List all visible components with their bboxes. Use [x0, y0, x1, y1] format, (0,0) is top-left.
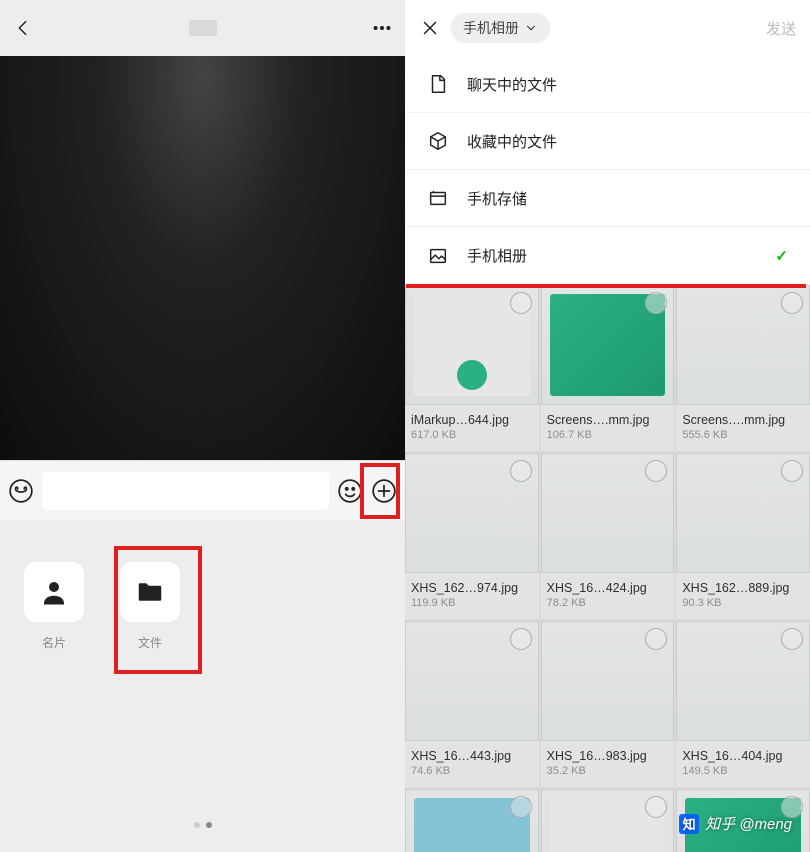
- file-item[interactable]: XHS_162…889.jpg 90.3 KB: [676, 453, 810, 619]
- page-dots: [0, 822, 405, 828]
- select-circle[interactable]: [781, 460, 803, 482]
- plus-icon[interactable]: [371, 478, 397, 504]
- chat-image[interactable]: [0, 56, 405, 460]
- attach-file-label: 文件: [138, 634, 162, 651]
- file-item[interactable]: XHS_16…443.jpg 74.6 KB: [405, 621, 539, 787]
- file-name: XHS_162…974.jpg: [411, 581, 533, 595]
- file-name: XHS_16…404.jpg: [682, 749, 804, 763]
- attach-file[interactable]: 文件: [114, 562, 186, 651]
- chat-topbar: [0, 0, 405, 56]
- file-size: 74.6 KB: [411, 765, 533, 777]
- person-icon: [39, 577, 69, 607]
- file-size: 119.9 KB: [411, 597, 533, 609]
- close-icon[interactable]: [419, 17, 441, 39]
- file-size: 35.2 KB: [547, 765, 669, 777]
- menu-item-label: 收藏中的文件: [467, 131, 557, 152]
- more-icon[interactable]: [371, 17, 393, 39]
- select-circle[interactable]: [510, 292, 532, 314]
- file-name: XHS_162…889.jpg: [682, 581, 804, 595]
- source-label: 手机相册: [463, 18, 519, 38]
- file-name: iMarkup…644.jpg: [411, 413, 533, 427]
- menu-item[interactable]: 手机存储: [405, 170, 810, 227]
- menu-item-label: 聊天中的文件: [467, 74, 557, 95]
- file-item[interactable]: XHS_16…983.jpg 35.2 KB: [541, 621, 675, 787]
- menu-item[interactable]: 聊天中的文件: [405, 56, 810, 113]
- chat-screen: 名片 文件: [0, 0, 405, 852]
- attach-card-label: 名片: [42, 634, 66, 651]
- file-name: XHS_16…424.jpg: [547, 581, 669, 595]
- select-circle[interactable]: [510, 628, 532, 650]
- select-circle[interactable]: [781, 292, 803, 314]
- watermark: 知知乎 @meng: [679, 813, 792, 834]
- select-circle[interactable]: [781, 628, 803, 650]
- attach-card[interactable]: 名片: [18, 562, 90, 651]
- file-size: 617.0 KB: [411, 429, 533, 441]
- file-item[interactable]: XHS_162…974.jpg 119.9 KB: [405, 453, 539, 619]
- file-size: 78.2 KB: [547, 597, 669, 609]
- folder-icon: [135, 577, 165, 607]
- check-icon: ✓: [775, 247, 788, 265]
- voice-icon[interactable]: [8, 478, 34, 504]
- chat-title: [34, 20, 371, 36]
- file-name: XHS_16…443.jpg: [411, 749, 533, 763]
- file-name: XHS_16…983.jpg: [547, 749, 669, 763]
- file-picker-screen: iMarkup…644.jpg 617.0 KB Screens….mm.jpg 10…: [405, 0, 810, 852]
- message-input[interactable]: [42, 472, 329, 510]
- file-item[interactable]: XHS_16…404.jpg 149.5 KB: [676, 621, 810, 787]
- select-circle[interactable]: [510, 796, 532, 818]
- file-grid: iMarkup…644.jpg 617.0 KB Screens….mm.jpg 10…: [405, 285, 810, 852]
- file-size: 106.7 KB: [547, 429, 669, 441]
- input-row: [0, 460, 405, 520]
- file-item[interactable]: Screens….mm.jpg 555.6 KB: [676, 285, 810, 451]
- file-size: 90.3 KB: [682, 597, 804, 609]
- menu-item-label: 手机存储: [467, 188, 527, 209]
- file-item[interactable]: iMarkup…644.jpg 617.0 KB: [405, 285, 539, 451]
- file-name: Screens….mm.jpg: [547, 413, 669, 427]
- file-grid-wrap: iMarkup…644.jpg 617.0 KB Screens….mm.jpg 10…: [405, 285, 810, 852]
- file-size: 555.6 KB: [682, 429, 804, 441]
- attach-panel: 名片 文件: [0, 520, 405, 852]
- file-name: Screens….mm.jpg: [682, 413, 804, 427]
- file-item[interactable]: Screens….mm.jpg 106.7 KB: [541, 285, 675, 451]
- chevron-down-icon: [524, 21, 538, 35]
- menu-item[interactable]: 收藏中的文件: [405, 113, 810, 170]
- source-menu: 聊天中的文件收藏中的文件手机存储手机相册 ✓: [405, 56, 810, 284]
- file-item[interactable]: XHS_162…073.jpg: [541, 789, 675, 852]
- picker-topbar: 手机相册 发送: [405, 0, 810, 56]
- file-item[interactable]: XHS_162…714.jpg: [405, 789, 539, 852]
- source-selector[interactable]: 手机相册: [451, 13, 550, 43]
- file-size: 149.5 KB: [682, 765, 804, 777]
- emoji-icon[interactable]: [337, 478, 363, 504]
- send-button[interactable]: 发送: [766, 18, 796, 39]
- menu-item-label: 手机相册: [467, 245, 527, 266]
- back-icon[interactable]: [12, 17, 34, 39]
- select-circle[interactable]: [510, 460, 532, 482]
- menu-item[interactable]: 手机相册 ✓: [405, 227, 810, 284]
- file-item[interactable]: XHS_16…424.jpg 78.2 KB: [541, 453, 675, 619]
